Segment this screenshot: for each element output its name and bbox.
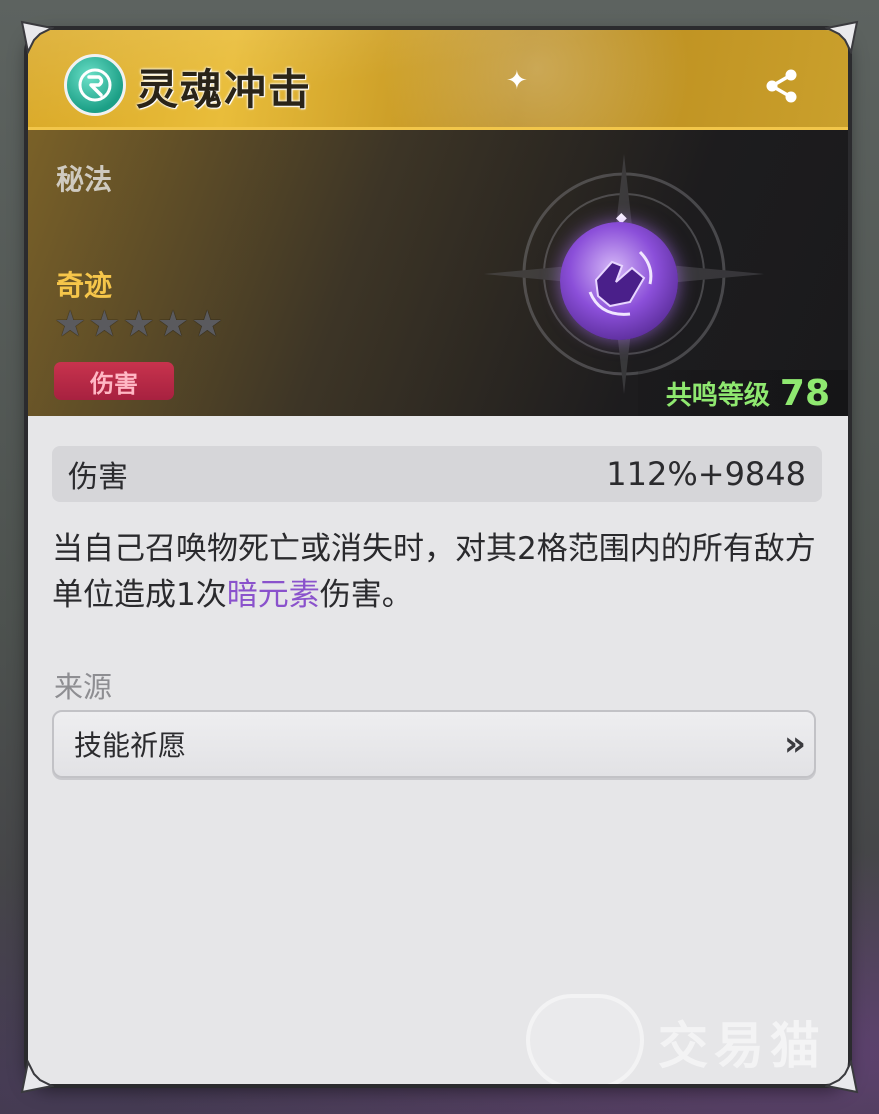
double-chevron-right-icon: » [784, 724, 806, 764]
dark-element-keyword[interactable]: 暗元素 [227, 577, 320, 613]
description-text-end: 伤害。 [319, 577, 413, 613]
corner-ornament-icon [20, 20, 56, 56]
star-icon: ★ [54, 304, 87, 345]
star-icon: ★ [191, 304, 224, 345]
resonance-value: 78 [779, 372, 830, 414]
share-icon [766, 69, 797, 103]
resonance-label: 共鸣等级 [665, 380, 770, 411]
corner-ornament-icon [823, 1058, 859, 1094]
card-header: 灵魂冲击 ✦ [28, 30, 848, 130]
star-icon: ★ [122, 304, 155, 345]
corner-ornament-icon [823, 20, 859, 56]
rarity-label: 奇迹 [56, 269, 113, 302]
star-icon: ★ [88, 304, 121, 345]
star-rating: ★ ★ ★ ★ ★ [54, 306, 223, 344]
corner-ornament-icon [20, 1058, 56, 1094]
resonance-level-bar: 共鸣等级 78 [638, 370, 848, 416]
source-skill-wish-button[interactable]: 技能祈愿 » [52, 710, 816, 778]
skill-detail-card: 灵魂冲击 ✦ 秘法 奇迹 ★ ★ ★ ★ ★ 伤害 ◆ 共鸣等级 78 伤害 1… [28, 30, 848, 1084]
watermark: 交易猫 [526, 994, 826, 1084]
stat-name: 伤害 [68, 460, 128, 495]
source-item-label: 技能祈愿 [74, 729, 187, 762]
source-label: 来源 [54, 670, 113, 704]
damage-stat-row: 伤害 112%+9848 [52, 446, 822, 502]
description-text: 当自己召唤物死亡或消失时，对其2格范围内的所有敌方单位造成1次 [52, 531, 816, 613]
cat-logo-icon [526, 994, 644, 1084]
share-button[interactable] [760, 64, 804, 108]
star-icon: ★ [156, 304, 190, 345]
skill-category: 秘法 [56, 163, 113, 196]
skill-description: 当自己召唤物死亡或消失时，对其2格范围内的所有敌方单位造成1次暗元素伤害。 [52, 526, 832, 618]
sparkle-icon: ✦ [506, 66, 528, 96]
watermark-text: 交易猫 [658, 1017, 826, 1075]
skill-title: 灵魂冲击 [136, 65, 313, 114]
damage-tag: 伤害 [54, 362, 174, 400]
stat-value: 112%+9848 [606, 455, 806, 493]
dark-element-orb-icon [560, 222, 678, 340]
skill-banner: 秘法 奇迹 ★ ★ ★ ★ ★ 伤害 ◆ 共鸣等级 78 [28, 130, 848, 416]
spirit-rune-icon [64, 54, 126, 116]
